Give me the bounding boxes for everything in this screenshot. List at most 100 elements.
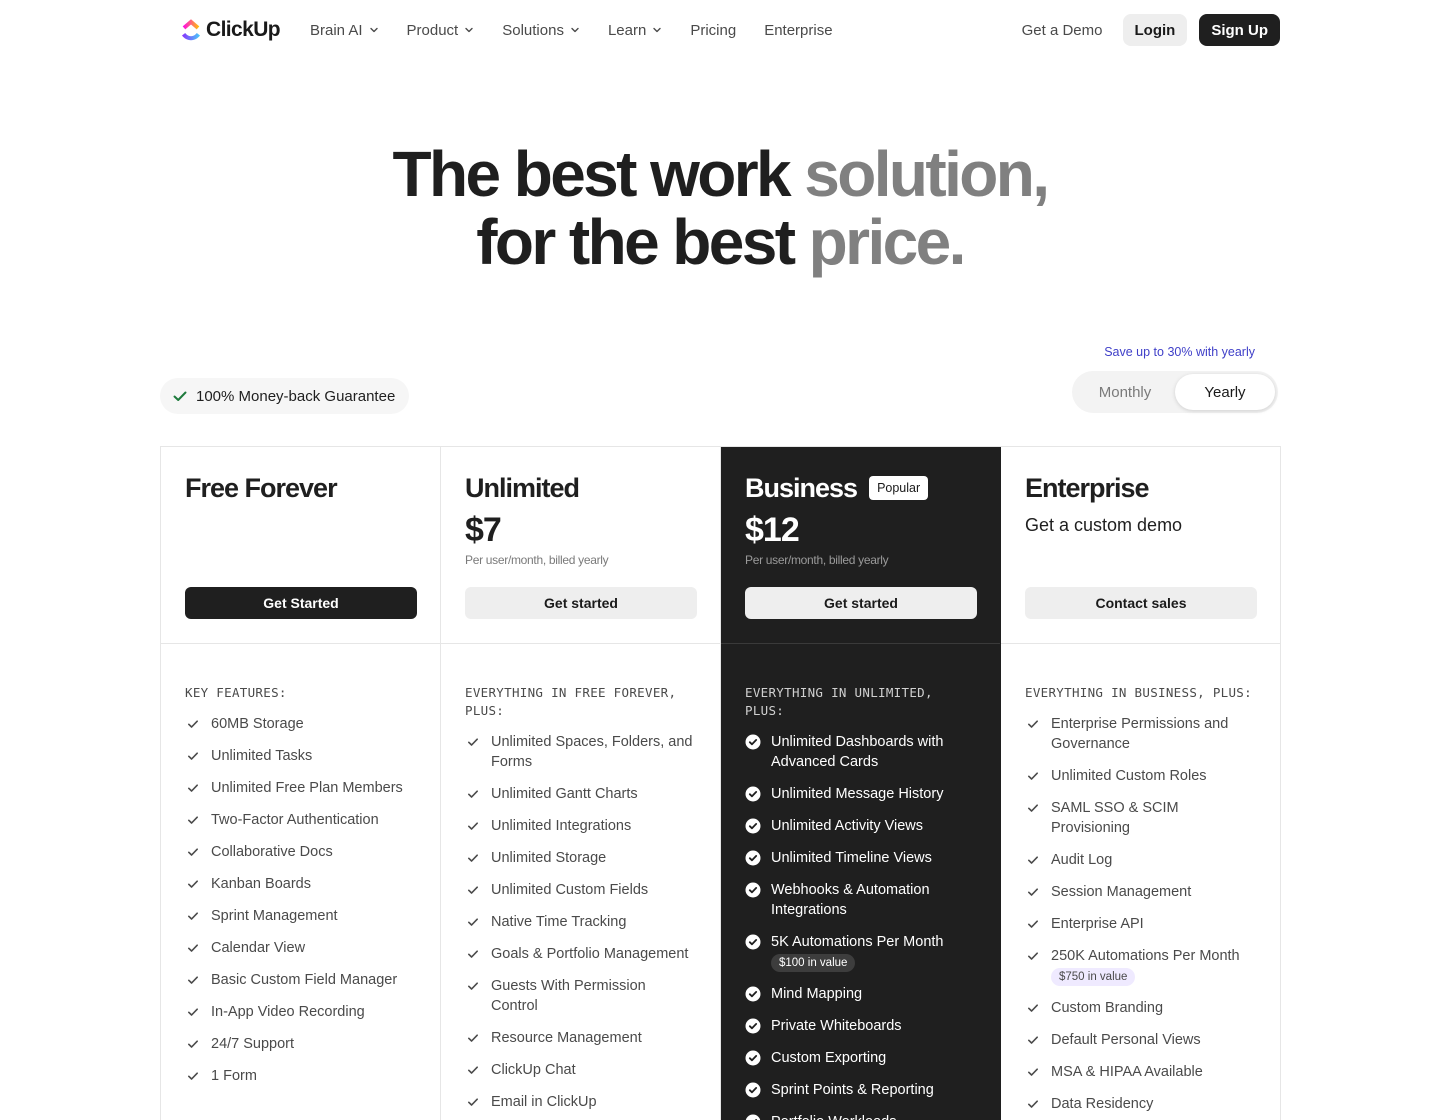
feature-text-wrap: Private Whiteboards	[771, 1016, 902, 1036]
feature-text: Mind Mapping	[771, 986, 863, 1002]
plan-cta-button[interactable]: Get started	[745, 587, 977, 619]
feature-item: Unlimited Message History	[745, 778, 976, 810]
feature-text: Kanban Boards	[211, 876, 311, 892]
feature-item: Guests With Permission Control	[465, 970, 696, 1022]
feature-text-wrap: Session Management	[1051, 882, 1191, 902]
check-icon	[465, 976, 481, 996]
check-circle-icon	[745, 880, 761, 900]
plan-name-text: Business	[745, 473, 858, 503]
feature-text: Audit Log	[1051, 852, 1113, 868]
login-button[interactable]: Login	[1122, 14, 1188, 46]
feature-item: Session Management	[1025, 876, 1256, 908]
plan-name: Free Forever	[185, 471, 416, 505]
monthly-toggle-option[interactable]: Monthly	[1075, 374, 1175, 410]
feature-text: 24/7 Support	[211, 1036, 295, 1052]
nav-link-product[interactable]: Product	[407, 22, 475, 39]
check-icon	[185, 906, 201, 926]
check-icon	[465, 1060, 481, 1080]
feature-text: Unlimited Dashboards with Advanced Cards	[771, 734, 944, 770]
hero-headline: The best work solution, for the best pri…	[0, 140, 1440, 276]
feature-text-wrap: Unlimited Timeline Views	[771, 848, 932, 868]
feature-item: Mind Mapping	[745, 978, 976, 1010]
feature-text: Unlimited Storage	[491, 850, 607, 866]
check-icon	[465, 1092, 481, 1112]
nav-link-solutions[interactable]: Solutions	[502, 22, 580, 39]
feature-text-wrap: 60MB Storage	[211, 714, 304, 734]
billing-period-toggle: Monthly Yearly	[1072, 371, 1278, 413]
check-circle-icon	[745, 1016, 761, 1036]
feature-item: Resource Management	[465, 1022, 696, 1054]
check-icon	[1025, 850, 1041, 870]
check-icon	[465, 1028, 481, 1048]
feature-item: Unlimited Gantt Charts	[465, 778, 696, 810]
nav-link-learn[interactable]: Learn	[608, 22, 662, 39]
yearly-toggle-option[interactable]: Yearly	[1175, 374, 1275, 410]
feature-item: 1 Form	[185, 1060, 416, 1092]
get-a-demo-link[interactable]: Get a Demo	[1022, 22, 1103, 39]
feature-text-wrap: Unlimited Free Plan Members	[211, 778, 403, 798]
feature-text-wrap: Unlimited Gantt Charts	[491, 784, 638, 804]
feature-item: Unlimited Dashboards with Advanced Cards	[745, 726, 976, 778]
feature-text-wrap: Enterprise API	[1051, 914, 1144, 934]
feature-item: MSA & HIPAA Available	[1025, 1056, 1256, 1088]
feature-list: 60MB Storage Unlimited Tasks Unlimited Fre…	[185, 708, 416, 1092]
clickup-logo[interactable]: ClickUp	[180, 18, 281, 42]
feature-text-wrap: Custom Exporting	[771, 1048, 886, 1068]
check-circle-icon	[745, 1048, 761, 1068]
feature-text-wrap: Enterprise Permissions and Governance	[1051, 714, 1256, 754]
check-icon	[185, 842, 201, 862]
check-icon	[185, 746, 201, 766]
feature-item: Portfolio Workloads	[745, 1106, 976, 1120]
feature-text: Enterprise Permissions and Governance	[1051, 716, 1229, 752]
feature-text-wrap: 1 Form	[211, 1066, 257, 1086]
plan-cta-button[interactable]: Get Started	[185, 587, 417, 619]
pricing-plans: Free Forever Get Started KEY FEATURES: 60MB…	[160, 446, 1281, 1120]
hero-line-2: for the best price.	[476, 206, 966, 278]
nav-link-brain-ai[interactable]: Brain AI	[310, 22, 379, 39]
plan-cta-button[interactable]: Get started	[465, 587, 697, 619]
sign-up-button[interactable]: Sign Up	[1199, 14, 1280, 46]
feature-item: Unlimited Timeline Views	[745, 842, 976, 874]
plan-header: Unlimited $7 Per user/month, billed yearly…	[441, 447, 720, 644]
feature-text: Calendar View	[211, 940, 306, 956]
feature-text: Unlimited Free Plan Members	[211, 780, 403, 796]
feature-item: SAML SSO & SCIM Provisioning	[1025, 792, 1256, 844]
feature-text-wrap: 5K Automations Per Month $100 in value	[771, 932, 944, 972]
features-heading: EVERYTHING IN UNLIMITED, PLUS:	[745, 685, 933, 718]
feature-text-wrap: Email in ClickUp	[491, 1092, 597, 1112]
check-icon	[1025, 766, 1041, 786]
plan-price-note: Per user/month, billed yearly	[745, 553, 889, 567]
feature-text-wrap: 24/7 Support	[211, 1034, 294, 1054]
nav-link-label: Enterprise	[764, 21, 833, 39]
feature-text: Unlimited Tasks	[211, 748, 313, 764]
feature-text-wrap: Kanban Boards	[211, 874, 311, 894]
feature-text-wrap: Unlimited Integrations	[491, 816, 631, 836]
plan-cta-button[interactable]: Contact sales	[1025, 587, 1257, 619]
feature-text: Sprint Points & Reporting	[771, 1082, 934, 1098]
feature-item: Goals & Portfolio Management	[465, 938, 696, 970]
feature-text-wrap: Unlimited Message History	[771, 784, 943, 804]
check-circle-icon	[745, 816, 761, 836]
hero-line-1: The best work solution,	[393, 138, 1051, 210]
check-icon	[185, 874, 201, 894]
feature-item: Unlimited Spaces, Folders, and Forms	[465, 726, 696, 778]
feature-item: Unlimited Tasks	[185, 740, 416, 772]
feature-item: 24/7 Support	[185, 1028, 416, 1060]
nav-link-pricing[interactable]: Pricing	[690, 22, 736, 39]
feature-list: Enterprise Permissions and Governance Unl…	[1025, 708, 1256, 1120]
check-circle-icon	[745, 1080, 761, 1100]
feature-item: Unlimited Free Plan Members	[185, 772, 416, 804]
feature-text-wrap: Sprint Points & Reporting	[771, 1080, 934, 1100]
feature-text-wrap: Sprint Management	[211, 906, 338, 926]
feature-text-wrap: Unlimited Dashboards with Advanced Cards	[771, 732, 976, 772]
feature-text-wrap: Unlimited Spaces, Folders, and Forms	[491, 732, 696, 772]
check-circle-icon	[745, 732, 761, 752]
feature-text: SAML SSO & SCIM Provisioning	[1051, 800, 1179, 836]
feature-list: Unlimited Spaces, Folders, and Forms Unli…	[465, 726, 696, 1118]
feature-text: Unlimited Gantt Charts	[491, 786, 638, 802]
nav-link-enterprise[interactable]: Enterprise	[764, 22, 832, 39]
feature-text: Unlimited Message History	[771, 786, 944, 802]
check-icon	[1025, 914, 1041, 934]
feature-text: 5K Automations Per Month	[771, 934, 944, 950]
feature-text-wrap: Collaborative Docs	[211, 842, 333, 862]
